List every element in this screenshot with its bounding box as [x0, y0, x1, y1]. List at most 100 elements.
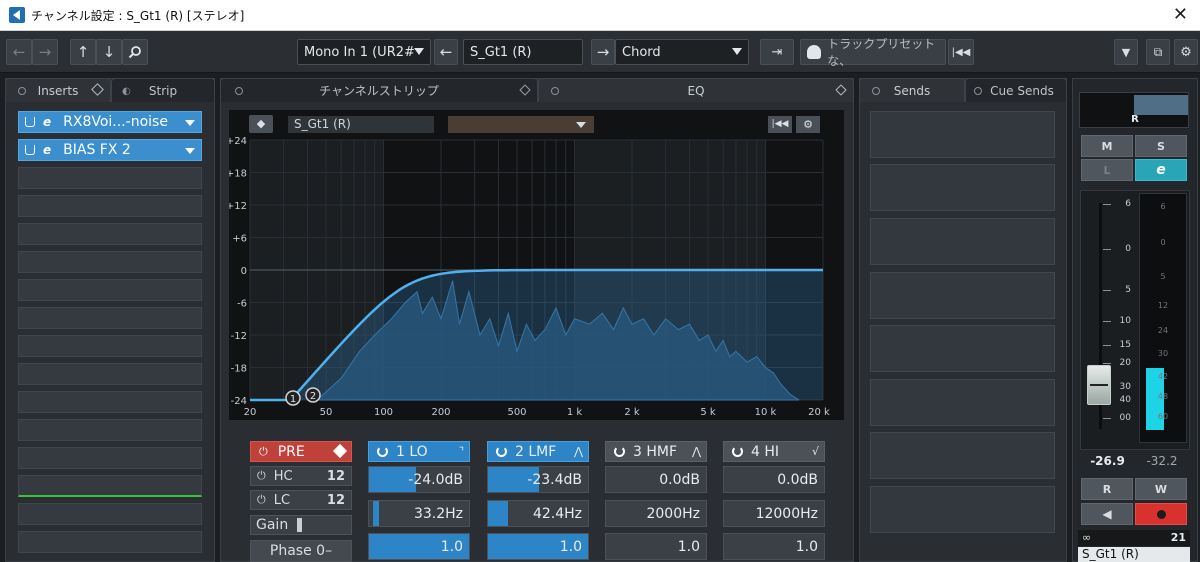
insert-slot-6[interactable] — [18, 251, 202, 273]
tab-channel-strip[interactable]: チャンネルストリップ — [220, 78, 538, 102]
input-arrow-icon[interactable]: ← — [434, 39, 458, 65]
eq-node-1[interactable]: 1 — [285, 390, 301, 406]
output-chain-icon[interactable]: ⇥ — [760, 39, 794, 65]
insert-slot-4[interactable] — [18, 195, 202, 217]
insert-slot-2[interactable]: e BIAS FX 2 — [18, 139, 202, 161]
insert-slot-15[interactable] — [18, 503, 202, 525]
menu-chevron-icon[interactable]: ▼ — [1114, 39, 1138, 65]
send-slot-4[interactable] — [870, 272, 1055, 319]
insert-slot-14[interactable] — [18, 475, 202, 497]
band-4-gain-field[interactable]: 0.0dB — [723, 466, 825, 493]
insert-slot-9[interactable] — [18, 335, 202, 357]
gain-label: Gain — [256, 517, 289, 533]
low-cut-button[interactable]: ⏻ LC 12 — [250, 490, 352, 510]
send-slot-5[interactable] — [870, 325, 1055, 372]
level-meter — [1139, 193, 1187, 443]
fader-value[interactable]: -26.9 — [1080, 454, 1135, 468]
input-routing-select[interactable]: Mono In 1 (UR2# — [297, 39, 431, 65]
insert-slot-8[interactable] — [18, 307, 202, 329]
band-3-gain-field[interactable]: 0.0dB — [605, 466, 707, 493]
insert-slot-11[interactable] — [18, 391, 202, 413]
pan-label: R — [1131, 114, 1139, 125]
read-button[interactable]: R — [1081, 478, 1133, 500]
track-preset-placeholder: トラックプリセットな、 — [827, 37, 936, 68]
power-icon — [25, 117, 35, 127]
send-slot-8[interactable] — [870, 486, 1055, 533]
band-4-freq-field[interactable]: 12000Hz — [723, 500, 825, 527]
insert-slot-7[interactable] — [18, 279, 202, 301]
preset-icon — [807, 45, 822, 59]
band-2-header[interactable]: 2 LMF ⋀ — [487, 441, 589, 462]
band-4-header[interactable]: 4 HI √ — [723, 441, 825, 462]
peak-value[interactable]: -32.2 — [1136, 454, 1188, 468]
insert-slot-3[interactable] — [18, 167, 202, 189]
eq-display[interactable]: ◆ S_Gt1 (R) |◀◀ ⚙ +24 +18 +12 +6 0 -6 -12 -18 -2… — [229, 110, 844, 420]
band-3-header[interactable]: 3 HMF ⋀ — [605, 441, 707, 462]
band-2-freq-field[interactable]: 42.4Hz — [487, 500, 589, 527]
tab-cue-sends[interactable]: Cue Sends — [965, 78, 1067, 102]
record-enable-button[interactable] — [1135, 503, 1187, 525]
solo-button[interactable]: S — [1135, 135, 1187, 157]
power-icon — [25, 145, 35, 155]
phase-button[interactable]: Phase 0– — [250, 540, 352, 562]
band-1-gain-field[interactable]: -24.0dB — [368, 466, 470, 493]
send-slot-7[interactable] — [870, 432, 1055, 479]
edit-channel-button[interactable]: e — [1135, 159, 1187, 181]
send-slot-1[interactable] — [870, 111, 1055, 158]
band-1-name: 1 LO — [396, 443, 428, 460]
insert-slot-12[interactable] — [18, 419, 202, 441]
tab-inserts-label: Inserts — [37, 83, 79, 98]
output-routing-select[interactable]: Chord — [615, 39, 749, 65]
channel-name-label[interactable]: S_Gt1 (R) — [1078, 547, 1190, 562]
fader-scale-tick: 5 — [1125, 285, 1131, 295]
high-cut-button[interactable]: ⏻ HC 12 — [250, 466, 352, 486]
eq-x-tick: 2 k — [624, 407, 640, 418]
band-4-q-field[interactable]: 1.0 — [723, 533, 825, 560]
send-slot-6[interactable] — [870, 379, 1055, 426]
mute-button[interactable]: M — [1081, 135, 1133, 157]
gear-icon[interactable]: ⚙ — [1174, 39, 1198, 65]
fader-handle[interactable] — [1087, 365, 1111, 405]
gain-slider[interactable]: Gain — [250, 515, 352, 535]
insert-slot-16[interactable] — [18, 531, 202, 553]
window-layout-icon[interactable]: ⧉ — [1146, 39, 1170, 65]
down-arrow-icon[interactable]: ↓ — [96, 39, 122, 65]
fader-scale-line — [1103, 418, 1111, 419]
meter-scale-tick: 60 — [1157, 412, 1169, 421]
send-slot-3[interactable] — [870, 218, 1055, 265]
band-2-gain-field[interactable]: -23.4dB — [487, 466, 589, 493]
close-icon[interactable]: ✕ — [1173, 6, 1188, 24]
track-preset-field[interactable]: トラックプリセットな、 — [800, 37, 946, 68]
output-arrow-icon[interactable]: → — [591, 39, 615, 65]
insert-slot-1[interactable]: e RX8Voi...-noise — [18, 111, 202, 133]
band-3-freq-field[interactable]: 2000Hz — [605, 500, 707, 527]
band-1-q-field[interactable]: 1.0 — [368, 533, 470, 560]
band-1-freq-field[interactable]: 33.2Hz — [368, 500, 470, 527]
write-button[interactable]: W — [1135, 478, 1187, 500]
tab-inserts[interactable]: Inserts — [5, 78, 111, 102]
search-icon[interactable] — [122, 39, 148, 65]
send-slot-2[interactable] — [870, 164, 1055, 211]
tab-eq[interactable]: EQ — [538, 78, 854, 102]
insert-slot-13[interactable] — [18, 447, 202, 469]
preset-reset-icon[interactable]: |◀◀ — [948, 39, 974, 65]
monitor-button[interactable]: ◀ — [1081, 503, 1133, 525]
gain-slider-handle[interactable] — [297, 518, 302, 532]
up-arrow-icon[interactable]: ↑ — [70, 39, 96, 65]
tab-sends[interactable]: Sends — [859, 78, 965, 102]
tab-sends-label: Sends — [893, 83, 931, 98]
insert-slot-10[interactable] — [18, 363, 202, 385]
eq-y-tick: -6 — [237, 299, 247, 310]
band-3-q-field[interactable]: 1.0 — [605, 533, 707, 560]
channel-name-field[interactable]: S_Gt1 (R) — [463, 39, 583, 65]
pre-button[interactable]: ⏻ PRE — [250, 441, 352, 462]
eq-node-2[interactable]: 2 — [305, 387, 321, 403]
band-1-header[interactable]: 1 LO ⌝ — [368, 441, 470, 462]
tab-strip[interactable]: ◐ Strip — [111, 78, 215, 102]
prev-channel-icon[interactable]: ← — [6, 39, 32, 65]
next-channel-icon[interactable]: → — [32, 39, 58, 65]
listen-button[interactable]: L — [1081, 159, 1133, 181]
band-2-q-field[interactable]: 1.0 — [487, 533, 589, 560]
pan-control[interactable]: R — [1079, 92, 1189, 128]
insert-slot-5[interactable] — [18, 223, 202, 245]
